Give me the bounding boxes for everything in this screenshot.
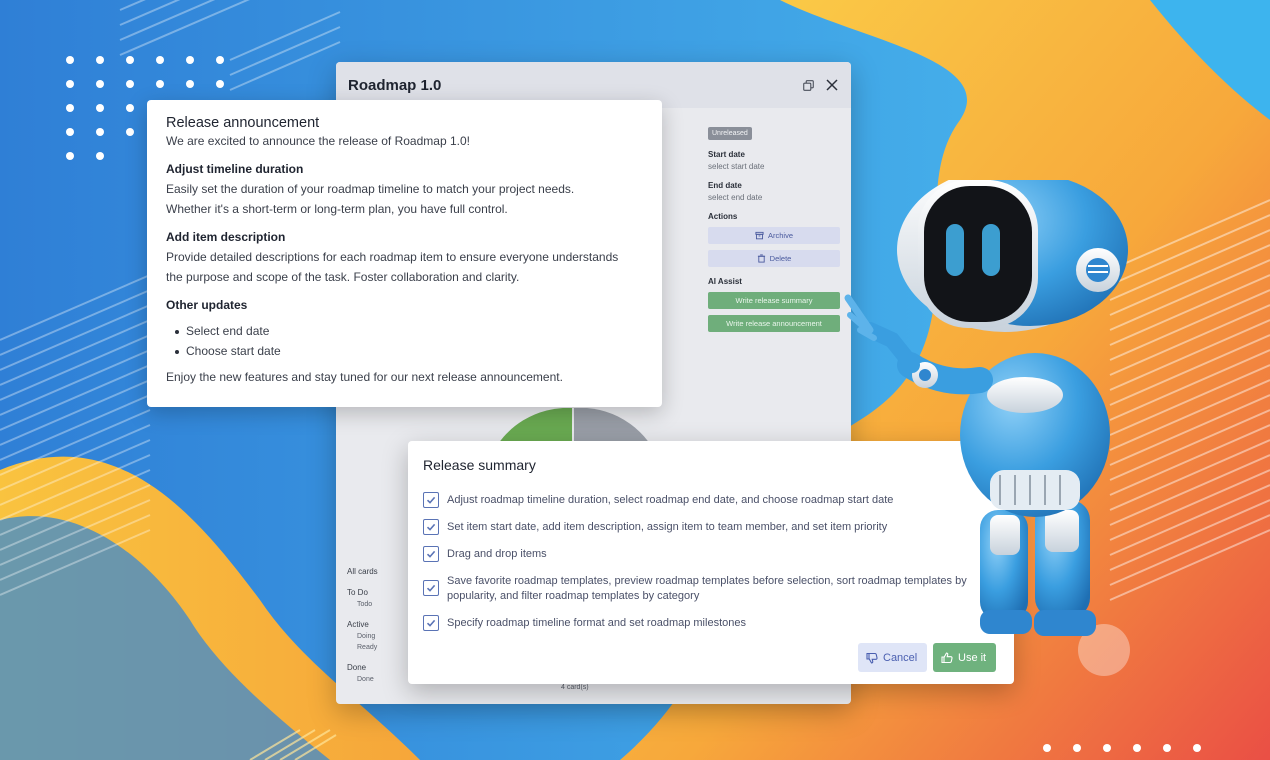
delete-label: Delete	[769, 254, 792, 263]
thumbs-up-icon	[941, 651, 953, 663]
close-icon[interactable]	[825, 78, 839, 92]
actions-label: Actions	[708, 212, 738, 221]
list-item: Choose start date	[175, 341, 643, 361]
end-date-field[interactable]: select end date	[708, 193, 842, 202]
all-cards-filter[interactable]: All cards	[347, 567, 378, 576]
checkbox[interactable]	[423, 519, 439, 535]
checkbox[interactable]	[423, 580, 439, 596]
ai-assist-label: AI Assist	[708, 277, 742, 286]
archive-label: Archive	[767, 231, 793, 240]
write-release-summary-button[interactable]: Write release summary	[708, 292, 840, 309]
archive-icon	[755, 231, 764, 240]
checkbox[interactable]	[423, 492, 439, 508]
summary-item-text: Set item start date, add item descriptio…	[447, 521, 888, 533]
write-release-announcement-button[interactable]: Write release announcement	[708, 315, 840, 332]
section-text-timeline-1: Easily set the duration of your roadmap …	[166, 182, 575, 196]
thumbs-down-icon	[866, 652, 878, 664]
announcement-intro: We are excited to announce the release o…	[166, 134, 470, 148]
check-icon	[426, 619, 436, 627]
summary-item-text: Specify roadmap timeline format and set …	[447, 617, 746, 629]
start-date-label: Start date	[708, 150, 745, 159]
section-heading-description: Add item description	[166, 230, 286, 244]
todo-item[interactable]: Todo	[357, 601, 378, 608]
checkbox[interactable]	[423, 615, 439, 631]
status-badge: Unreleased	[708, 127, 752, 140]
copy-icon[interactable]	[801, 78, 815, 92]
done-group[interactable]: Done	[347, 663, 378, 672]
done-item[interactable]: Done	[357, 676, 378, 683]
doing-item[interactable]: Doing	[357, 633, 378, 640]
summary-item-text: Adjust roadmap timeline duration, select…	[447, 494, 894, 506]
card-count: 4 card(s)	[561, 684, 589, 691]
section-text-description-1: Provide detailed descriptions for each r…	[166, 250, 619, 264]
check-icon	[426, 550, 436, 558]
summary-item-text: Drag and drop items	[447, 548, 547, 560]
cards-list: All cards To Do Todo Active Doing Ready …	[347, 567, 378, 683]
start-date-field[interactable]: select start date	[708, 162, 842, 171]
active-group[interactable]: Active	[347, 620, 378, 629]
delete-button[interactable]: Delete	[708, 250, 840, 267]
announcement-title: Release announcement	[166, 115, 320, 131]
todo-group[interactable]: To Do	[347, 588, 378, 597]
check-icon	[426, 496, 436, 504]
announcement-footer: Enjoy the new features and stay tuned fo…	[166, 370, 563, 384]
use-it-label: Use it	[958, 651, 987, 664]
check-icon	[426, 523, 436, 531]
checkbox[interactable]	[423, 546, 439, 562]
window-title: Roadmap 1.0	[348, 76, 442, 94]
cancel-label: Cancel	[883, 651, 918, 664]
ready-item[interactable]: Ready	[357, 644, 378, 651]
robot-illustration	[844, 180, 1128, 636]
section-text-timeline-2: Whether it's a short-term or long-term p…	[166, 202, 508, 216]
section-heading-timeline: Adjust timeline duration	[166, 162, 304, 176]
check-icon	[426, 584, 436, 592]
details-sidepanel: Unreleased Start date select start date …	[708, 122, 842, 332]
end-date-label: End date	[708, 181, 742, 190]
release-announcement-card: Release announcement We are excited to a…	[147, 100, 662, 407]
archive-button[interactable]: Archive	[708, 227, 840, 244]
list-item: Select end date	[175, 321, 643, 341]
updates-list: Select end date Choose start date	[166, 321, 643, 361]
section-heading-other: Other updates	[166, 298, 248, 312]
section-text-description-2: the purpose and scope of the task. Foste…	[166, 270, 520, 284]
window-actions	[801, 78, 839, 92]
trash-icon	[757, 254, 765, 263]
